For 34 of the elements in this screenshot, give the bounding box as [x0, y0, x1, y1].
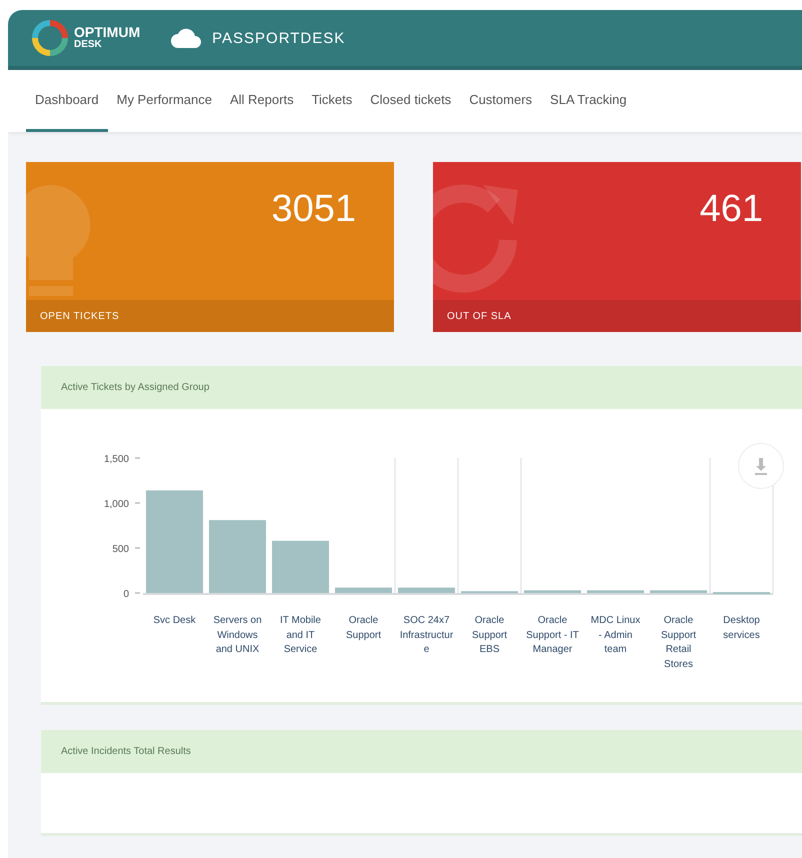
- category-label: Oracle Support: [344, 614, 382, 642]
- y-tick-label: 500: [112, 544, 129, 555]
- y-tick-label: 1,500: [104, 454, 129, 465]
- download-button[interactable]: [738, 443, 784, 489]
- card-label: OUT OF SLA: [447, 310, 512, 322]
- app-name: PASSPORTDESK: [212, 30, 346, 46]
- logo-title: OPTIMUM: [74, 25, 140, 40]
- logo-icon: [32, 20, 68, 56]
- category-label: Oracle Support - IT Manager: [525, 614, 580, 657]
- y-tick-label: 0: [123, 589, 129, 600]
- category-label: Oracle Support Retail Stores: [660, 614, 698, 672]
- y-tick-label: 1,000: [104, 499, 129, 510]
- category-label: Svc Desk: [152, 614, 197, 628]
- category-label: Oracle Support EBS: [470, 614, 508, 657]
- cloud-icon: [170, 27, 202, 49]
- nav-tab[interactable]: Customers: [460, 70, 542, 132]
- category-label: Desktop services: [722, 614, 761, 642]
- category-label: IT Mobile and IT Service: [279, 614, 322, 657]
- card-value: 3051: [271, 188, 356, 231]
- panel-title: Active Tickets by Assigned Group: [61, 382, 210, 393]
- nav-tab[interactable]: My Performance: [108, 70, 221, 132]
- panel-title: Active Incidents Total Results: [61, 746, 191, 757]
- logo-subtitle: DESK: [74, 40, 103, 51]
- download-icon: [753, 457, 769, 475]
- card-label: OPEN TICKETS: [40, 310, 120, 322]
- category-label: SOC 24x7 Infrastructure: [398, 614, 454, 657]
- nav-tab[interactable]: SLA Tracking: [541, 70, 636, 132]
- nav-tab[interactable]: Dashboard: [26, 70, 108, 132]
- category-label: Servers on Windows and UNIX: [212, 614, 263, 657]
- nav-tab[interactable]: All Reports: [220, 70, 303, 132]
- card-value: 461: [700, 188, 763, 231]
- nav-tab[interactable]: Closed tickets: [361, 70, 460, 132]
- category-label: MDC Linux - Admin team: [590, 614, 642, 657]
- nav-tab[interactable]: Tickets: [302, 70, 362, 132]
